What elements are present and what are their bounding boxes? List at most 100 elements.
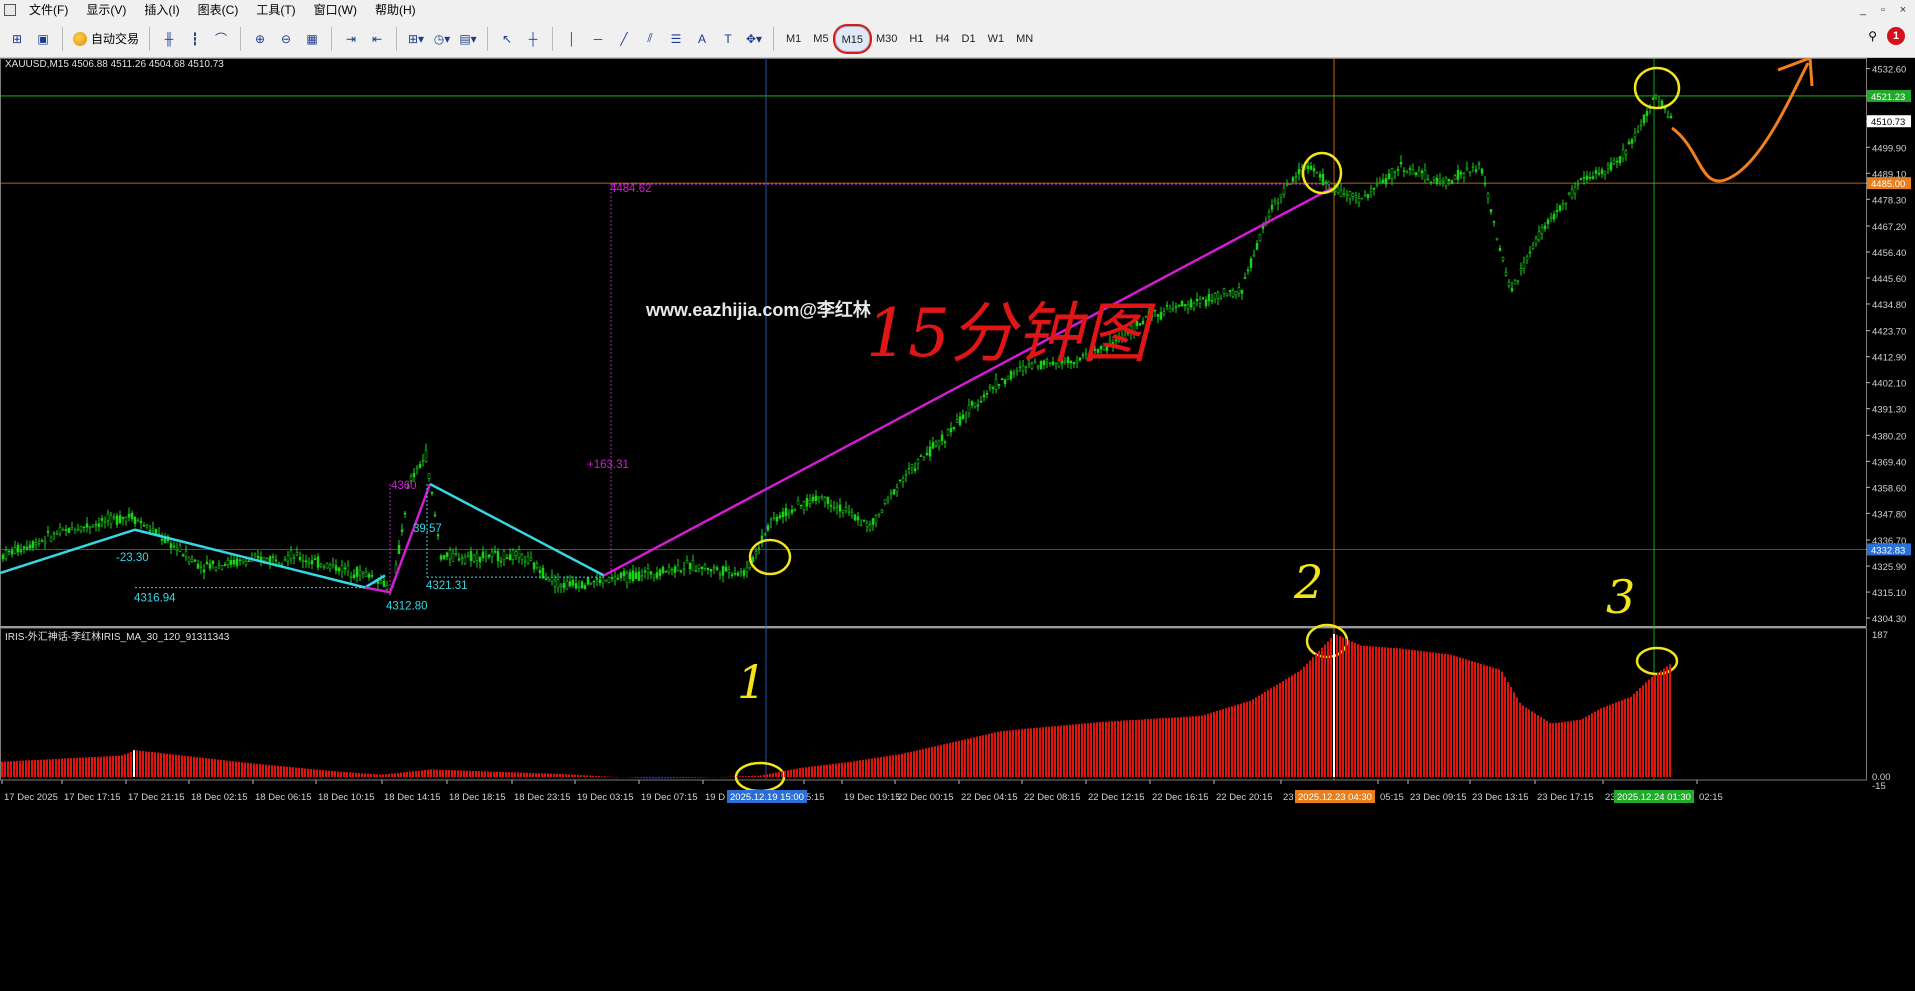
- time-tag-label: 2025.12.19 15:00: [730, 792, 804, 803]
- menu-help[interactable]: 帮助(H): [366, 0, 425, 20]
- candle-body: [214, 566, 218, 571]
- crosshair-icon[interactable]: ┼: [521, 26, 545, 52]
- histogram-bar: [1432, 652, 1434, 777]
- histogram-bar: [349, 772, 351, 777]
- auto-scroll-icon[interactable]: ⇥: [339, 26, 363, 52]
- menu-file[interactable]: 文件(F): [20, 0, 77, 20]
- timeframe-m15[interactable]: M15: [834, 25, 870, 52]
- timeframe-m30[interactable]: M30: [870, 26, 903, 52]
- histogram-bar: [289, 766, 291, 777]
- histogram-bar: [961, 740, 963, 777]
- histogram-bar: [1027, 728, 1029, 777]
- time-tick-label: 23: [1283, 792, 1294, 803]
- periods-icon[interactable]: ◷▾: [430, 26, 454, 52]
- histogram-bar: [169, 754, 171, 777]
- candle-body: [1636, 131, 1640, 133]
- histogram-bar: [595, 775, 597, 777]
- candle-body: [370, 575, 374, 577]
- candle-body: [715, 567, 719, 571]
- search-icon[interactable]: ⚲: [1868, 29, 1877, 43]
- candle-body: [694, 570, 698, 572]
- price-tick-label: 4467.20: [1872, 222, 1906, 233]
- candle-body: [43, 541, 47, 544]
- candle-body: [1006, 375, 1010, 380]
- text-label-icon[interactable]: T: [716, 26, 740, 52]
- fibonacci-icon[interactable]: ☰: [664, 26, 688, 52]
- candle-body: [1417, 170, 1421, 177]
- menu-window[interactable]: 窗口(W): [305, 0, 366, 20]
- chart-window[interactable]: XAUUSD,M15 4506.88 4511.26 4504.68 4510.…: [0, 58, 1915, 991]
- histogram-bar: [1525, 707, 1527, 777]
- profiles-icon[interactable]: ▣: [31, 26, 55, 52]
- histogram-bar: [328, 770, 330, 777]
- templates-icon[interactable]: ▤▾: [456, 26, 480, 52]
- candle-body: [1246, 269, 1250, 272]
- candle-body: [742, 570, 746, 576]
- candle-body: [151, 528, 155, 531]
- zigzag-magenta: [364, 483, 432, 594]
- text-tool-icon[interactable]: A: [690, 26, 714, 52]
- timeframe-h4[interactable]: H4: [929, 26, 955, 52]
- timeframe-m5[interactable]: M5: [807, 26, 834, 52]
- timeframe-d1[interactable]: D1: [956, 26, 982, 52]
- restore-icon[interactable]: ▫: [1875, 2, 1891, 18]
- candle-body: [481, 551, 485, 559]
- candle-body: [757, 547, 761, 549]
- symbol-title: XAUUSD,M15 4506.88 4511.26 4504.68 4510.…: [5, 59, 224, 70]
- time-tick-label: 23 Dec 09:15: [1410, 792, 1467, 803]
- time-tick-label: 18 Dec 02:15: [191, 792, 248, 803]
- histogram-bar: [1564, 721, 1566, 777]
- candle-body: [145, 524, 149, 526]
- menu-insert[interactable]: 插入(I): [135, 0, 188, 20]
- menu-chart[interactable]: 图表(C): [189, 0, 248, 20]
- tile-windows-icon[interactable]: ▦: [300, 26, 324, 52]
- line-chart-icon[interactable]: ⌒: [209, 26, 233, 52]
- auto-trading-button[interactable]: 自动交易: [70, 26, 142, 52]
- arrows-icon[interactable]: ✥▾: [742, 26, 766, 52]
- channel-icon[interactable]: ⫽: [638, 26, 662, 52]
- vertical-line-icon[interactable]: │: [560, 26, 584, 52]
- menu-view[interactable]: 显示(V): [77, 0, 135, 20]
- candle-body: [1237, 287, 1241, 294]
- candle-body: [1315, 171, 1319, 174]
- histogram-bar: [853, 761, 855, 777]
- histogram-bar: [493, 771, 495, 777]
- timeframe-m1[interactable]: M1: [780, 26, 807, 52]
- candle-body: [484, 556, 488, 559]
- indicators-icon[interactable]: ⊞▾: [404, 26, 428, 52]
- histogram-bar: [1588, 715, 1590, 777]
- candle-body: [13, 547, 17, 554]
- histogram-bar: [16, 760, 18, 777]
- chart-shift-icon[interactable]: ⇤: [365, 26, 389, 52]
- histogram-bar: [205, 758, 207, 777]
- histogram-bar: [1006, 730, 1008, 777]
- candle-body: [862, 519, 866, 522]
- minimize-icon[interactable]: _: [1855, 2, 1871, 18]
- bar-chart-icon[interactable]: ╫: [157, 26, 181, 52]
- timeframe-mn[interactable]: MN: [1010, 26, 1039, 52]
- histogram-bar: [904, 753, 906, 777]
- new-chart-icon[interactable]: ⊞: [5, 26, 29, 52]
- candle-chart-icon[interactable]: ┇: [183, 26, 207, 52]
- horizontal-line-icon[interactable]: ─: [586, 26, 610, 52]
- timeframe-h1[interactable]: H1: [903, 26, 929, 52]
- menu-tools[interactable]: 工具(T): [247, 0, 304, 20]
- candle-body: [835, 505, 839, 509]
- histogram-bar: [382, 774, 384, 777]
- candle-body: [1435, 177, 1439, 185]
- histogram-bar: [1396, 648, 1398, 777]
- alert-badge[interactable]: 1: [1887, 27, 1905, 45]
- candle-body: [1252, 254, 1256, 257]
- histogram-bar: [1096, 722, 1098, 777]
- trendline-icon[interactable]: ╱: [612, 26, 636, 52]
- price-chart[interactable]: XAUUSD,M15 4506.88 4511.26 4504.68 4510.…: [0, 58, 1915, 991]
- cursor-icon[interactable]: ↖: [495, 26, 519, 52]
- candle-body: [1012, 372, 1016, 375]
- candle-body: [688, 562, 692, 570]
- zoom-in-icon[interactable]: ⊕: [248, 26, 272, 52]
- zoom-out-icon[interactable]: ⊖: [274, 26, 298, 52]
- close-icon[interactable]: ×: [1895, 2, 1911, 18]
- candle-body: [28, 544, 32, 549]
- histogram-bar: [1015, 729, 1017, 777]
- timeframe-w1[interactable]: W1: [982, 26, 1011, 52]
